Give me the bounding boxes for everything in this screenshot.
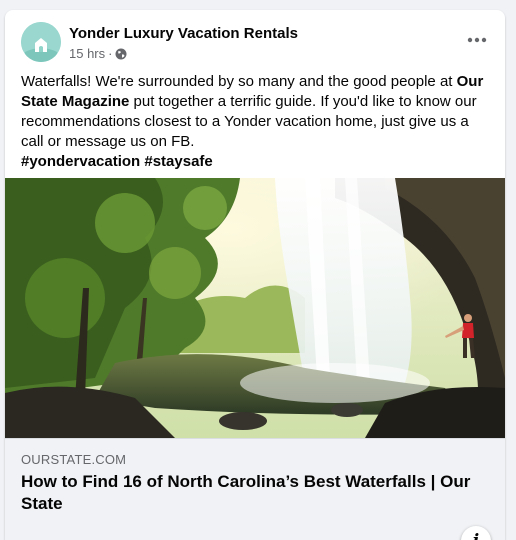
link-domain: OURSTATE.COM: [21, 452, 127, 467]
post-card: Yonder Luxury Vacation Rentals 15 hrs · …: [5, 10, 505, 540]
post-header: Yonder Luxury Vacation Rentals 15 hrs ·: [21, 22, 489, 66]
more-options-button[interactable]: [459, 22, 495, 58]
link-title[interactable]: How to Find 16 of North Carolina’s Best …: [21, 471, 481, 515]
waterfall-photo: [5, 178, 505, 438]
info-icon: i: [473, 531, 479, 540]
house-logo-icon: [21, 22, 61, 62]
more-options-icon: [467, 37, 487, 43]
info-button[interactable]: i: [461, 526, 491, 540]
post-text: Waterfalls! We're surrounded by so many …: [21, 72, 489, 172]
hashtags[interactable]: #yondervacation #staysafe: [21, 153, 213, 170]
link-preview-image[interactable]: [5, 178, 505, 438]
post-time[interactable]: 15 hrs: [69, 46, 105, 61]
page-name[interactable]: Yonder Luxury Vacation Rentals: [69, 25, 298, 42]
post-text-intro: Waterfalls! We're surrounded by so many …: [21, 73, 457, 90]
post-meta: 15 hrs ·: [69, 46, 127, 61]
meta-separator: ·: [108, 46, 113, 61]
link-preview[interactable]: OURSTATE.COM How to Find 16 of North Car…: [5, 438, 505, 540]
avatar[interactable]: [21, 22, 61, 62]
globe-icon: [115, 48, 127, 59]
